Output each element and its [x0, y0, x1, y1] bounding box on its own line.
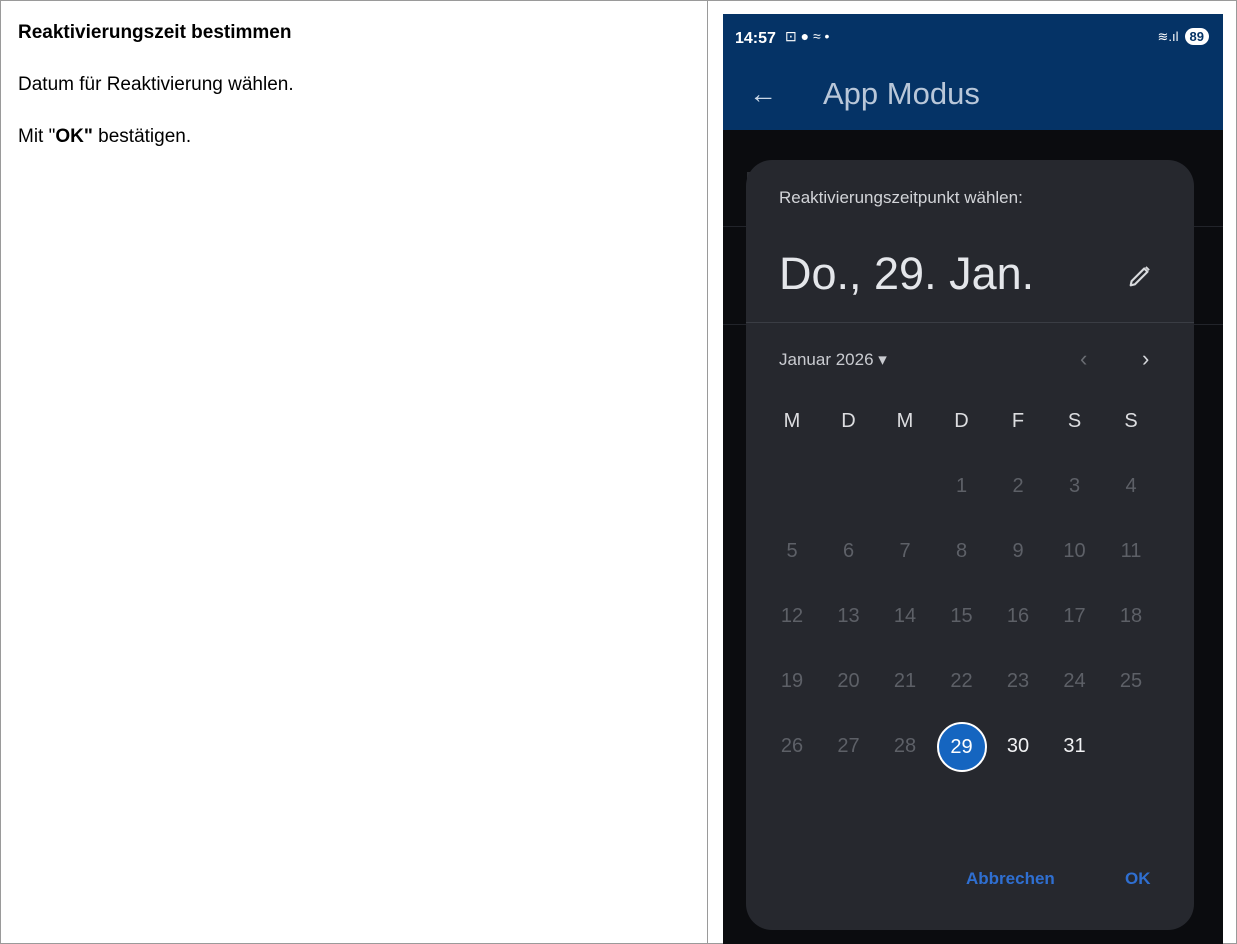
step2-suffix: bestätigen. — [92, 126, 192, 147]
calendar-day-disabled: 24 — [1063, 670, 1086, 692]
month-year-label: Januar 2026 — [779, 350, 874, 369]
step2-prefix: Mit " — [18, 126, 56, 147]
month-year-selector[interactable]: Januar 2026 ▾ — [779, 350, 887, 370]
calendar-day-disabled: 20 — [837, 670, 860, 692]
calendar-day-disabled: 25 — [1119, 670, 1143, 692]
pencil-edit-icon[interactable] — [1126, 262, 1154, 290]
calendar-week-row: 1 2 3 4 — [764, 475, 1194, 540]
phone-screenshot: 14:57 ⊡ ● ≈ • ≋.ıl 89 ← App Modus Reakti… — [723, 14, 1223, 944]
dialog-separator — [746, 322, 1194, 323]
weekday-label: S — [1067, 410, 1082, 432]
calendar-day[interactable]: 31 — [1047, 735, 1103, 758]
calendar-day-disabled: 6 — [842, 540, 855, 562]
calendar-week-row: 5 6 7 8 9 10 11 — [764, 540, 1194, 605]
calendar-day-disabled: 1 — [955, 475, 968, 497]
calendar-day-disabled: 9 — [1012, 540, 1024, 562]
instructions-step-2: Mit "OK" bestätigen. — [18, 126, 688, 148]
calendar-grid: MDMDFSS 1 2 3 4 5 6 7 8 9 10 11 12 13 14 15 16 17 18 19 20 2… — [764, 410, 1194, 800]
step2-ok-bold: OK" — [55, 126, 93, 147]
instructions-step-1: Datum für Reaktivierung wählen. — [18, 74, 294, 95]
calendar-day-disabled: 17 — [1063, 605, 1086, 627]
calendar-day-disabled: 3 — [1068, 475, 1081, 497]
calendar-week-row: 19 20 21 22 23 24 25 — [764, 670, 1194, 735]
calendar-day-disabled: 7 — [899, 540, 911, 562]
calendar-day-disabled: 26 — [780, 735, 804, 757]
back-arrow-icon[interactable]: ← — [749, 78, 777, 110]
calendar-day-cell[interactable]: 29 — [934, 722, 990, 772]
calendar-day-disabled: 18 — [1119, 605, 1143, 627]
calendar-day-disabled: 16 — [1006, 605, 1030, 627]
status-right: ≋.ıl 89 — [1158, 28, 1209, 45]
notification-icons: ⊡ ● ≈ • — [785, 28, 830, 44]
calendar-day-disabled: 5 — [786, 540, 798, 562]
weekday-header-row: MDMDFSS — [764, 410, 1194, 475]
dropdown-arrow-icon: ▾ — [878, 350, 887, 369]
selected-date-headline: Do., 29. Jan. — [779, 248, 1035, 299]
battery-icon: 89 — [1184, 28, 1209, 45]
calendar-day-disabled: 22 — [950, 670, 973, 692]
calendar-day-disabled: 8 — [955, 540, 968, 562]
cancel-button[interactable]: Abbrechen — [966, 869, 1055, 889]
weekday-label: M — [896, 410, 914, 432]
chevron-right-icon[interactable]: › — [1142, 346, 1149, 372]
weekday-label: F — [1011, 410, 1025, 432]
status-bar: 14:57 ⊡ ● ≈ • ≋.ıl 89 — [723, 14, 1223, 62]
dialog-label: Reaktivierungszeitpunkt wählen: — [779, 188, 1023, 207]
calendar-day-disabled: 15 — [950, 605, 973, 627]
calendar-day-disabled: 23 — [1006, 670, 1030, 692]
calendar-weeks: 1 2 3 4 5 6 7 8 9 10 11 12 13 14 15 16 17 18 19 20 21 22 23 24 2… — [764, 475, 1194, 800]
weekday-label: D — [841, 410, 856, 432]
calendar-day-disabled: 14 — [893, 605, 917, 627]
calendar-day-disabled: 27 — [837, 735, 860, 757]
date-picker-dialog: Reaktivierungszeitpunkt wählen: Do., 29.… — [746, 160, 1194, 930]
calendar-day-disabled: 21 — [893, 670, 917, 692]
calendar-day-disabled: 4 — [1125, 475, 1137, 497]
instructions-panel: Reaktivierungszeit bestimmen Datum für R… — [18, 22, 688, 178]
instructions-heading: Reaktivierungszeit bestimmen — [18, 22, 292, 43]
calendar-day-disabled: 11 — [1120, 540, 1142, 562]
calendar-week-row: 26 27 28 29 30 31 — [764, 722, 1194, 800]
calendar-day[interactable]: 30 — [990, 735, 1046, 758]
calendar-day-disabled: 2 — [1012, 475, 1024, 497]
weekday-label: D — [954, 410, 969, 432]
calendar-week-row: 12 13 14 15 16 17 18 — [764, 605, 1194, 670]
app-title: App Modus — [823, 76, 980, 111]
ok-button[interactable]: OK — [1125, 869, 1151, 889]
calendar-day-disabled: 13 — [837, 605, 860, 627]
status-time: 14:57 — [735, 30, 776, 47]
column-divider — [707, 0, 708, 944]
calendar-day-disabled: 12 — [780, 605, 804, 627]
calendar-day-disabled: 28 — [893, 735, 917, 757]
weekday-label: S — [1124, 410, 1138, 432]
chevron-left-icon[interactable]: ‹ — [1080, 346, 1087, 372]
calendar-day-disabled: 10 — [1063, 540, 1086, 562]
signal-icon: ≋.ıl — [1157, 28, 1179, 44]
selected-day[interactable]: 29 — [936, 722, 987, 772]
calendar-day-disabled: 19 — [780, 670, 804, 692]
weekday-label: M — [783, 410, 801, 432]
app-bar: ← App Modus — [723, 62, 1223, 130]
